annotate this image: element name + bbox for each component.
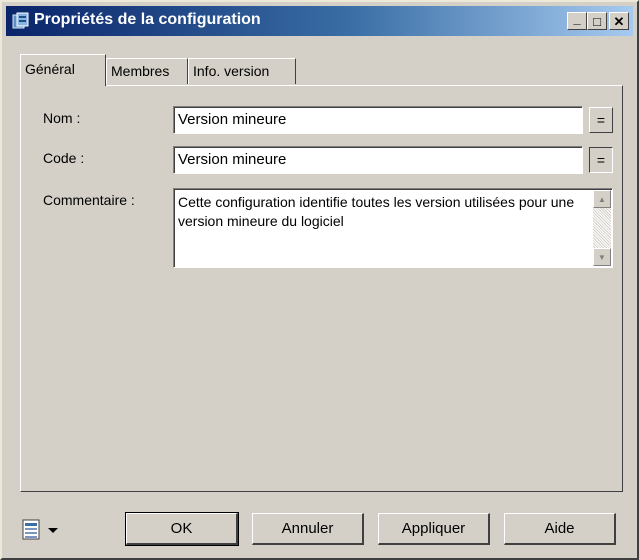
maximize-icon: □ bbox=[593, 13, 601, 29]
apply-label: Appliquer bbox=[401, 520, 466, 537]
tab-general[interactable]: Général bbox=[20, 54, 106, 86]
name-equal-button[interactable]: = bbox=[589, 107, 613, 133]
scroll-down-button[interactable]: ▼ bbox=[593, 248, 611, 266]
tab-info-version-label: Info. version bbox=[193, 63, 270, 79]
dialog-title: Propriétés de la configuration bbox=[34, 11, 261, 28]
scroll-down-icon: ▼ bbox=[598, 252, 606, 262]
more-options-dropdown[interactable] bbox=[22, 519, 66, 541]
button-bar: OK Annuler Appliquer Aide bbox=[2, 507, 637, 552]
maximize-button[interactable]: □ bbox=[587, 12, 607, 30]
name-field[interactable]: Version mineure bbox=[173, 106, 583, 134]
apply-button[interactable]: Appliquer bbox=[378, 513, 490, 545]
close-button[interactable]: ✕ bbox=[609, 12, 629, 30]
comment-label: Commentaire : bbox=[43, 192, 135, 208]
tab-info-version[interactable]: Info. version bbox=[188, 58, 296, 84]
minimize-icon: _ bbox=[573, 10, 581, 26]
equal-icon: = bbox=[596, 112, 606, 128]
code-equal-button[interactable]: = bbox=[589, 147, 613, 173]
equal-icon: = bbox=[596, 152, 606, 168]
code-value: Version mineure bbox=[178, 151, 287, 168]
comment-scrollbar[interactable]: ▲ ▼ bbox=[593, 190, 611, 266]
tab-membres-label: Membres bbox=[111, 63, 170, 79]
name-label: Nom : bbox=[43, 110, 81, 126]
cancel-button[interactable]: Annuler bbox=[252, 513, 364, 545]
cancel-label: Annuler bbox=[281, 520, 334, 537]
config-properties-icon bbox=[12, 12, 29, 29]
title-bar[interactable]: Propriétés de la configuration _ □ ✕ bbox=[6, 6, 633, 36]
properties-dialog: Propriétés de la configuration _ □ ✕ Gén… bbox=[0, 0, 639, 560]
scroll-track[interactable] bbox=[593, 208, 611, 248]
minimize-button[interactable]: _ bbox=[567, 12, 587, 30]
chevron-down-icon bbox=[48, 528, 58, 533]
ok-button[interactable]: OK bbox=[125, 512, 239, 546]
tab-membres[interactable]: Membres bbox=[106, 58, 188, 84]
ok-label: OK bbox=[170, 520, 193, 537]
comment-text: Cette configuration identifie toutes les… bbox=[178, 194, 575, 229]
scroll-up-button[interactable]: ▲ bbox=[593, 190, 611, 208]
close-icon: ✕ bbox=[613, 13, 625, 29]
tab-general-label: Général bbox=[25, 61, 75, 77]
code-label: Code : bbox=[43, 150, 85, 166]
general-panel: Nom : Version mineure = Code : Version m… bbox=[20, 85, 623, 492]
scroll-up-icon: ▲ bbox=[598, 194, 606, 204]
name-value: Version mineure bbox=[178, 111, 287, 128]
comment-textarea[interactable]: Cette configuration identifie toutes les… bbox=[173, 188, 613, 268]
code-field[interactable]: Version mineure bbox=[173, 146, 583, 174]
document-list-icon bbox=[22, 519, 40, 540]
help-button[interactable]: Aide bbox=[504, 513, 616, 545]
help-label: Aide bbox=[544, 520, 575, 537]
